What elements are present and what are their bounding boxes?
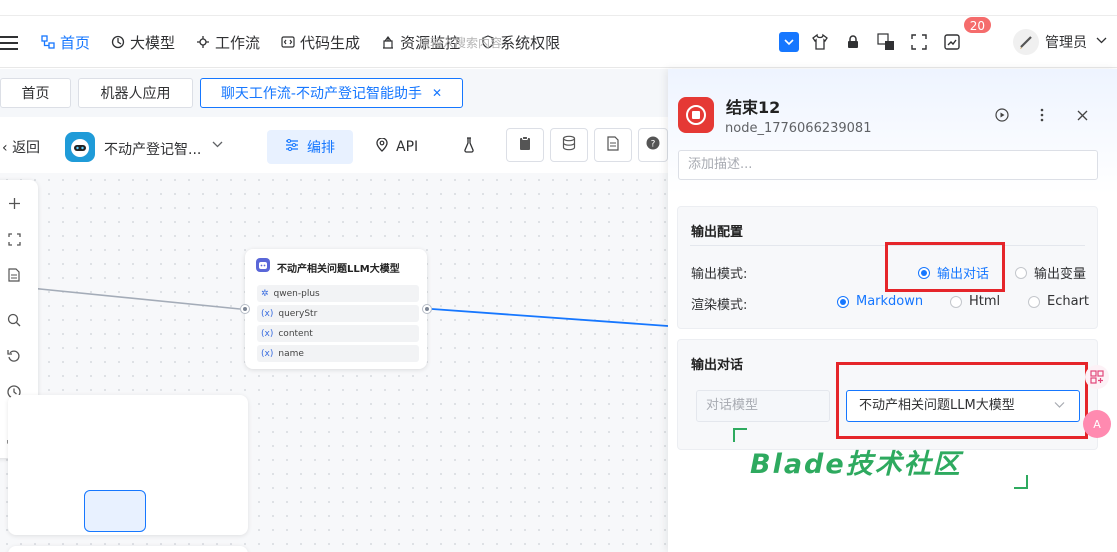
end-node-icon <box>678 97 714 133</box>
section-title: 输出配置 <box>691 225 744 240</box>
undo-icon[interactable] <box>6 348 22 364</box>
translate-icon[interactable] <box>874 30 898 54</box>
render-mode-label: 渲染模式: <box>691 298 748 313</box>
translate-float-icon[interactable]: A <box>1083 410 1111 438</box>
radio-dot <box>837 295 849 308</box>
watermark-bracket <box>1014 475 1028 489</box>
section-title: 输出对话 <box>691 358 744 373</box>
canvas-node[interactable] <box>8 395 248 535</box>
description-input[interactable]: 添加描述... <box>678 150 1098 180</box>
node-row-label: name <box>278 348 304 359</box>
lock-icon[interactable] <box>841 30 865 54</box>
avatar <box>1013 29 1039 55</box>
radio-dot <box>1015 266 1027 279</box>
zoom-in-icon[interactable] <box>6 195 22 211</box>
radio-html[interactable]: Html <box>950 294 1000 309</box>
close-icon[interactable] <box>1074 107 1090 123</box>
variable-icon: (x) <box>261 348 274 359</box>
node-row-label: queryStr <box>278 308 318 319</box>
radio-label: Html <box>969 294 1001 309</box>
user-name: 管理员 <box>1045 35 1087 51</box>
watermark: Blade技术社区 <box>750 449 962 480</box>
header-actions: 20 管理员 <box>779 16 1117 68</box>
user-menu[interactable]: 管理员 <box>1013 29 1107 55</box>
node-row-label: content <box>278 328 313 339</box>
fullscreen-icon[interactable] <box>907 30 931 54</box>
node-title: 不动产相关问题LLM大模型 <box>277 264 400 275</box>
apps-icon[interactable] <box>1085 365 1109 389</box>
model-icon: ✲ <box>261 288 269 299</box>
theme-shirt-icon[interactable] <box>808 30 832 54</box>
node-input-port[interactable] <box>240 304 250 314</box>
robot-icon <box>256 258 270 272</box>
canvas-node[interactable] <box>8 546 248 552</box>
notification-icon[interactable]: 20 <box>940 16 992 54</box>
svg-text:A: A <box>1093 418 1101 431</box>
highlight-box <box>836 362 1088 439</box>
search-icon[interactable] <box>6 312 22 328</box>
node-row-model: ✲ qwen-plus <box>257 285 419 302</box>
radio-dot <box>950 295 962 308</box>
radio-label: Echart <box>1047 294 1090 309</box>
variable-icon: (x) <box>261 308 274 319</box>
llm-node[interactable]: 不动产相关问题LLM大模型 ✲ qwen-plus (x) queryStr (x)… <box>245 249 427 369</box>
more-icon[interactable] <box>1034 107 1050 123</box>
radio-markdown[interactable]: Markdown <box>837 294 923 309</box>
node-output-port[interactable] <box>422 304 432 314</box>
radio-dot <box>1028 295 1040 308</box>
variable-icon: (x) <box>261 328 274 339</box>
radio-label: 输出变量 <box>1034 267 1087 282</box>
node-id: node_1776066239081 <box>725 121 872 136</box>
notes-icon[interactable] <box>6 267 22 283</box>
node-row-variable: (x) content <box>257 325 419 342</box>
highlight-box <box>885 242 1005 292</box>
node-row-variable: (x) name <box>257 345 419 362</box>
node-row-variable: (x) queryStr <box>257 305 419 322</box>
radio-output-variable[interactable]: 输出变量 <box>1015 263 1086 282</box>
node-placeholder <box>84 490 146 532</box>
notification-badge: 20 <box>962 16 992 34</box>
edge-line-active <box>431 308 668 327</box>
radio-echart[interactable]: Echart <box>1028 294 1089 309</box>
run-icon[interactable] <box>994 107 1010 123</box>
watermark-bracket <box>733 428 747 442</box>
node-row-label: qwen-plus <box>273 288 320 299</box>
output-mode-label: 输出模式: <box>691 267 748 282</box>
radio-label: Markdown <box>856 294 924 309</box>
dialog-model-label-field: 对话模型 <box>696 390 830 422</box>
fit-view-icon[interactable] <box>6 231 22 247</box>
panel-title[interactable]: 结束12 <box>726 94 780 118</box>
chevron-down-icon <box>1096 34 1107 50</box>
dropdown-square-icon[interactable] <box>779 32 799 52</box>
